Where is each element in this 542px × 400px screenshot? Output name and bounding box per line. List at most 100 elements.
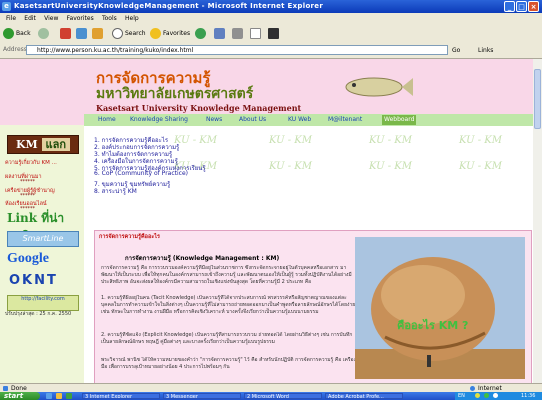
sidebar-stars: ****** [20,179,35,185]
sidebar-header-bg [0,59,84,125]
print-icon [232,28,243,39]
nav-knowledge-sharing[interactable]: Knowledge Sharing [130,115,188,125]
mail-button[interactable] [214,27,227,40]
refresh-button[interactable] [76,27,89,40]
content-subheading: การจัดการความรู้ (Knowledge Management :… [125,255,280,262]
header-thai-subtitle: มหาวิทยาลัยเกษตรศาสตร์ [96,86,254,102]
toolbar: Back Search Favorites [0,24,542,44]
nav-mail[interactable]: M@iltenant [328,115,362,125]
menu-edit[interactable]: Edit [24,13,36,24]
tray-volume-icon[interactable] [493,393,498,398]
menu-help[interactable]: Help [125,13,139,24]
last-updated: ปรับปรุงล่าสุด : 25 ก.ค. 2550 [5,311,72,317]
forward-button[interactable] [38,27,51,40]
task-internet-explorer[interactable]: 3 Internet Explorer [82,393,160,399]
menu-item-km-news[interactable]: 8. สาระน่ารู้ KM [94,186,137,196]
start-button[interactable]: start [0,392,40,400]
address-label: Address [3,46,27,53]
edit-button[interactable] [250,27,263,40]
links-button[interactable]: Links [478,45,493,56]
internet-zone-icon [470,386,475,391]
km-logo[interactable]: KM แลก [7,135,79,154]
clock: 11:36 [521,393,536,399]
image-caption: คืออะไร KM ? [397,319,469,332]
maximize-button[interactable]: □ [516,1,527,12]
nav-home[interactable]: Home [98,115,116,125]
header-english-title: Kasetsart University Knowledge Managemen… [96,103,302,113]
window-title: KasetsartUniversityKnowledgeManagement -… [14,2,324,10]
content-heading: การจัดการความรู้คืออะไร [99,234,160,240]
watermark: KU - KM [459,161,502,172]
menu-tools[interactable]: Tools [102,13,117,24]
content-paragraph: การจัดการความรู้ คือ การรวบรวมองค์ความรู… [101,265,352,285]
google-logo-text: Google [7,251,49,266]
content-paragraph: 2. ความรู้ที่ชัดแจ้ง (Explicit Knowledge… [101,332,353,345]
stop-button[interactable] [60,27,73,40]
page-viewport: การจัดการความรู้ มหาวิทยาลัยเกษตรศาสตร์ … [0,59,533,383]
home-button[interactable] [92,27,105,40]
sidebar-stars: ****** [20,193,35,199]
smartline-banner[interactable]: SmartLine [7,231,79,247]
history-button[interactable] [195,27,208,40]
nav-news[interactable]: News [206,115,222,125]
nav-ku-web[interactable]: KU Web [288,115,311,125]
km-logo-text: KM [15,138,38,151]
mail-icon [214,28,225,39]
window-titlebar[interactable]: e KasetsartUniversityKnowledgeManagement… [0,0,542,13]
menu-file[interactable]: File [6,13,16,24]
watermark: KU - KM [369,161,412,172]
stop-icon [60,28,71,39]
link-banner[interactable]: Link ที่น่าสนใจ [7,209,79,244]
content-panel: การจัดการความรู้คืออะไร การจัดการความรู้… [94,230,532,383]
print-button[interactable] [232,27,245,40]
facility-banner[interactable]: http://facility.com [7,295,79,311]
task-microsoft-word[interactable]: 2 Microsoft Word [244,393,322,399]
messenger-icon [268,28,279,39]
menu-item-cop[interactable]: 6. CoP (Community of Practice) [94,170,188,177]
address-input[interactable]: http://www.person.ku.ac.th/training/kuko… [26,45,448,55]
fish-logo-icon [345,77,413,97]
page-scrollbar[interactable] [533,59,542,383]
watermark: KU - KM [459,135,502,146]
favorites-button[interactable]: Favorites [150,27,190,40]
google-logo[interactable]: Google [7,251,77,267]
search-button[interactable]: Search [112,27,146,40]
km-logo-thai: แลก [41,138,71,151]
back-label: Back [16,30,31,37]
messenger-button[interactable] [268,27,281,40]
quicklaunch-ie-icon[interactable] [46,393,52,399]
scrollbar-thumb[interactable] [534,69,541,129]
forward-arrow-icon [38,28,49,39]
close-button[interactable]: × [528,1,539,12]
menu-bar: File Edit View Favorites Tools Help [0,13,542,24]
ie-app-icon: e [2,2,11,11]
edit-icon [250,28,261,39]
ie-page-icon [3,386,8,391]
nav-about-us[interactable]: About Us [239,115,266,125]
task-adobe-acrobat[interactable]: Adobe Acrobat Profe... [325,393,403,399]
home-icon [92,28,103,39]
history-icon [195,28,206,39]
favorites-label: Favorites [163,30,191,37]
tray-messenger-icon[interactable] [475,393,480,398]
nav-bar: Home Knowledge Sharing News About Us KU … [84,114,533,126]
quicklaunch-desktop-icon[interactable] [56,393,62,399]
quicklaunch-media-icon[interactable] [66,393,72,399]
favorites-star-icon [150,28,161,39]
task-messenger[interactable]: 3 Messenger [163,393,241,399]
tray-network-icon[interactable] [484,393,489,398]
minimize-button[interactable]: _ [504,1,515,12]
watermark: KU - KM [174,135,217,146]
watermark: KU - KM [269,161,312,172]
watermark: KU - KM [369,135,412,146]
sidebar-item-about-km[interactable]: ความรู้เกี่ยวกับ KM ... [5,159,57,167]
nav-webboard[interactable]: Webboard [382,115,417,125]
language-indicator[interactable]: EN [458,392,465,400]
menu-view[interactable]: View [44,13,58,24]
oknt-logo[interactable]: OKNT [9,273,65,291]
menu-favorites[interactable]: Favorites [67,13,94,24]
back-button[interactable]: Back [3,27,31,40]
search-label: Search [125,30,146,37]
go-button[interactable]: Go [452,45,460,56]
taskbar: start 3 Internet Explorer 3 Messenger 2 … [0,392,542,400]
